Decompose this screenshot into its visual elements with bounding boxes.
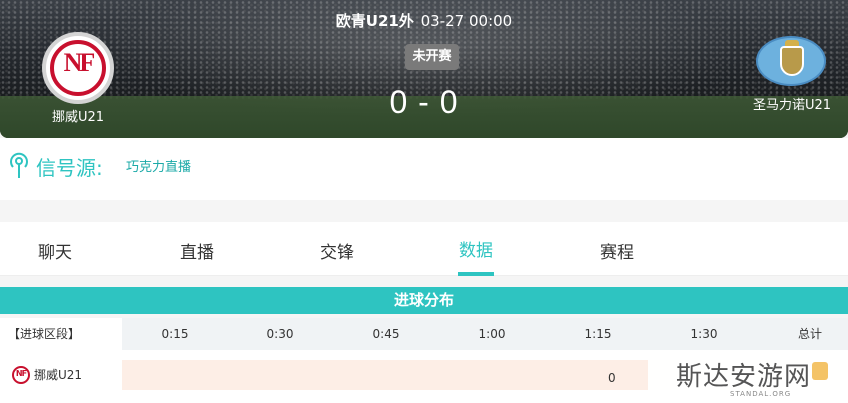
match-datetime: 03-27 00:00 (420, 12, 513, 30)
home-team-logo[interactable]: NF (42, 32, 114, 104)
row-label: 【进球区段】 (0, 318, 122, 350)
active-tab-indicator (458, 272, 494, 276)
match-score: 0 - 0 (389, 84, 459, 120)
league-name: 欧青U21外 (335, 12, 414, 30)
match-page: 欧青U21外 03-27 00:00 未开赛 0 - 0 NF 挪威U21 圣马… (0, 0, 848, 403)
column-header: 1:15 (584, 327, 612, 341)
watermark-subtext: STANDAL.ORG (730, 390, 792, 398)
column-header: 0:15 (161, 327, 189, 341)
team-logo-text: NF (15, 369, 27, 378)
column-header: 0:30 (266, 327, 294, 341)
column-header: 1:00 (478, 327, 506, 341)
goal-distribution-title: 进球分布 (0, 287, 848, 314)
match-header: 欧青U21外 03-27 00:00 未开赛 0 - 0 NF 挪威U21 圣马… (0, 0, 848, 138)
tab-head-to-head[interactable]: 交锋 (320, 238, 354, 263)
home-logo-text: NF (63, 48, 96, 77)
goal-count: 0 (608, 371, 616, 385)
broadcast-icon (10, 152, 28, 178)
tab-bar: 聊天 直播 交锋 数据 赛程 (0, 222, 848, 276)
table-header-row: 【进球区段】 0:15 0:30 0:45 1:00 1:15 1:30 总计 (0, 318, 848, 350)
match-title: 欧青U21外 03-27 00:00 (0, 10, 848, 31)
away-team-name[interactable]: 圣马力诺U21 (736, 94, 848, 113)
crest-shield-icon (780, 46, 804, 76)
column-header: 0:45 (372, 327, 400, 341)
signal-source-row: 信号源: 巧克力直播 (0, 138, 848, 200)
time-columns: 0:15 0:30 0:45 1:00 1:15 1:30 总计 (122, 318, 848, 350)
site-watermark: 斯达安游网 STANDAL.ORG (648, 350, 848, 403)
team-cell: NF 挪威U21 (0, 356, 122, 392)
team-name: 挪威U21 (34, 368, 83, 382)
signal-source-link[interactable]: 巧克力直播 (126, 156, 191, 175)
match-status-badge: 未开赛 (405, 44, 459, 70)
tab-schedule[interactable]: 赛程 (600, 238, 634, 263)
tab-chat[interactable]: 聊天 (38, 238, 72, 263)
watermark-logo-icon (812, 362, 828, 380)
tab-live[interactable]: 直播 (180, 238, 214, 263)
signal-source-label: 信号源: (36, 156, 103, 180)
column-header: 1:30 (690, 327, 718, 341)
watermark-text: 斯达安游网 (676, 362, 812, 392)
away-team-logo[interactable] (756, 36, 826, 86)
home-team-name[interactable]: 挪威U21 (30, 106, 126, 125)
column-header-total: 总计 (797, 327, 822, 341)
tab-data[interactable]: 数据 (459, 236, 493, 261)
team-logo-icon: NF (12, 366, 30, 384)
